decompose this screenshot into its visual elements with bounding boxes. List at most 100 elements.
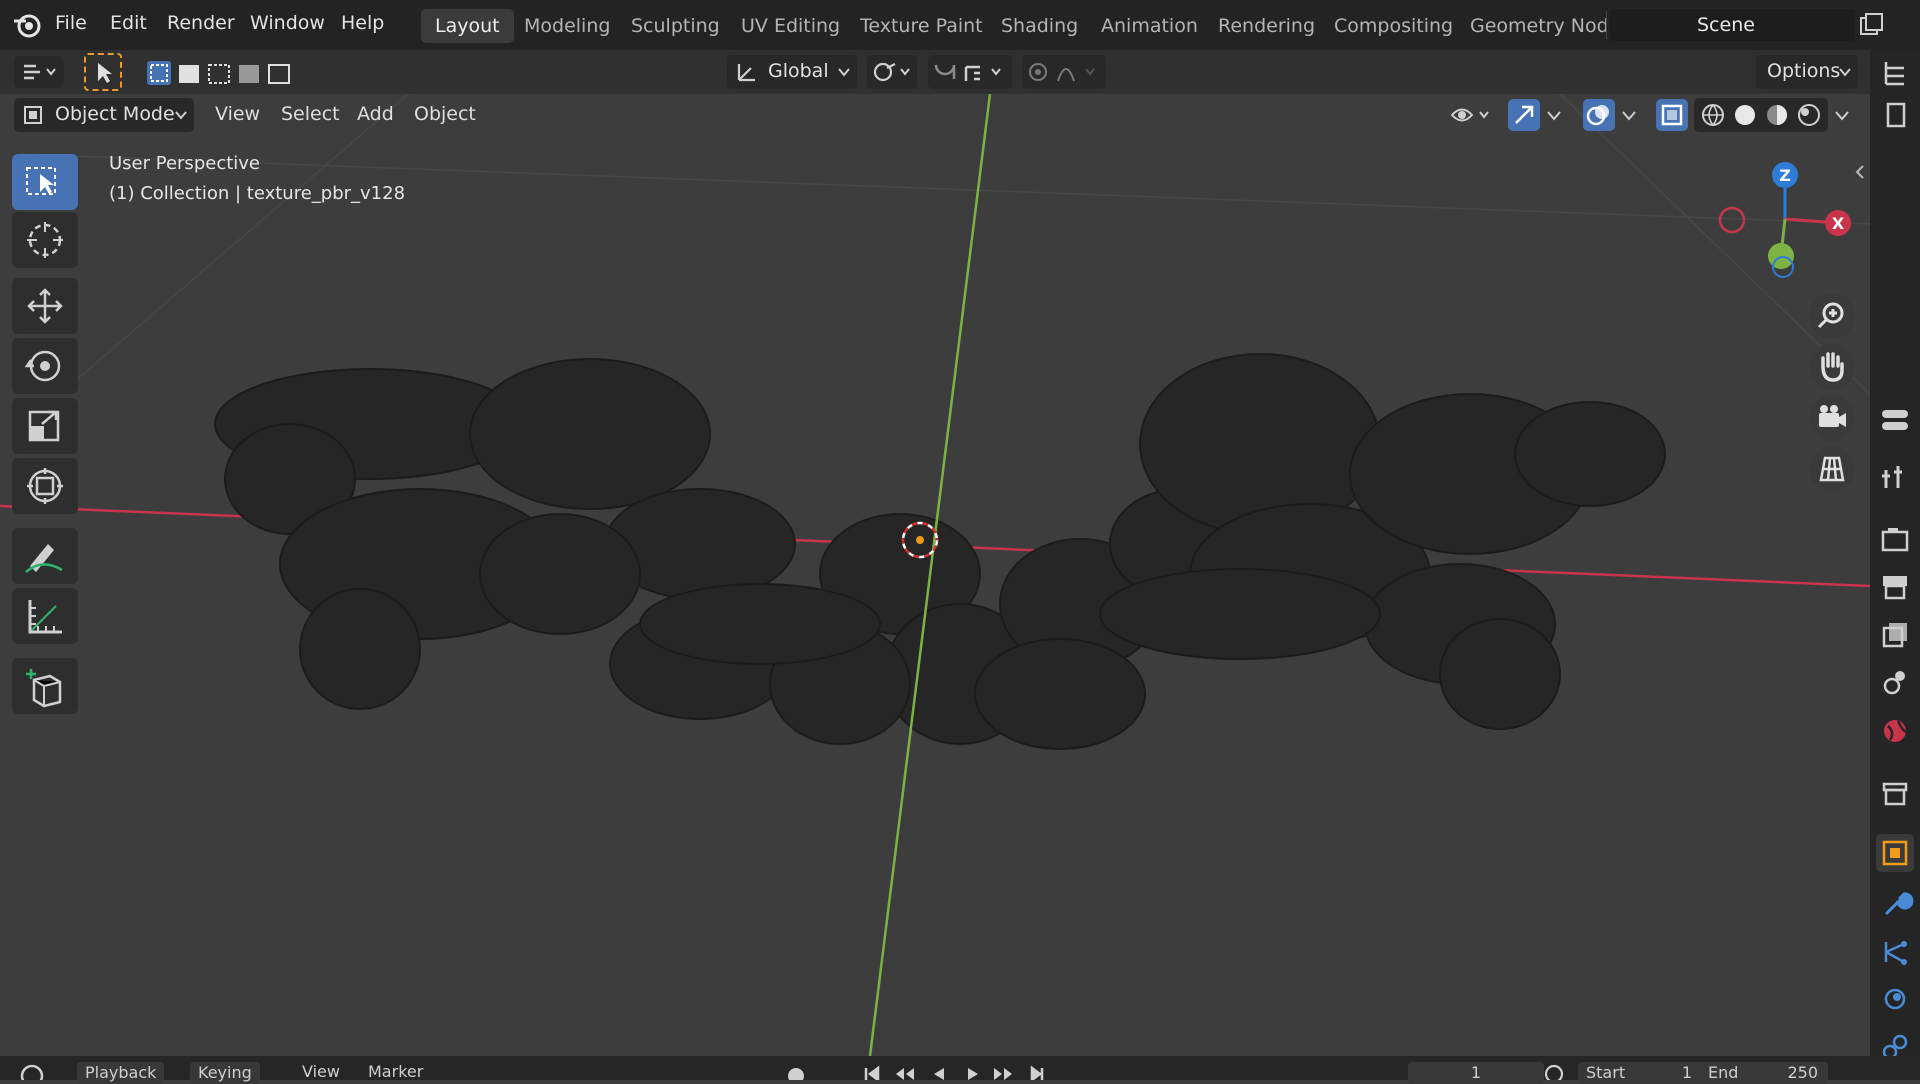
neg-x-axis-ball[interactable] <box>1718 206 1746 234</box>
select-tool-indicator[interactable] <box>84 53 122 91</box>
play-icon[interactable] <box>968 1068 978 1080</box>
timeline-playback-menu[interactable]: Playback <box>77 1062 165 1084</box>
object-mode-dropdown[interactable]: Object Mode <box>14 98 194 132</box>
menu-view[interactable]: View <box>215 103 260 125</box>
timeline-keying-menu[interactable]: Keying <box>190 1062 260 1084</box>
add-cube-icon <box>26 669 62 708</box>
snapping-toggle[interactable] <box>928 55 1012 89</box>
menu-object[interactable]: Object <box>414 103 476 125</box>
output-tab-icon[interactable] <box>1876 568 1914 606</box>
tab-rendering[interactable]: Rendering <box>1204 9 1329 43</box>
chevron-down-icon[interactable] <box>1544 106 1564 126</box>
object-visibility-icon[interactable] <box>1446 98 1496 132</box>
active-collection-label: (1) Collection | texture_pbr_v128 <box>109 183 406 204</box>
outliner-icon[interactable] <box>1876 54 1914 92</box>
tab-geometry-nodes[interactable]: Geometry Nod <box>1456 9 1608 43</box>
stopwatch-icon[interactable] <box>1540 1062 1568 1080</box>
measure-tool[interactable] <box>12 588 78 644</box>
blender-logo-icon[interactable] <box>12 11 42 39</box>
menu-render[interactable]: Render <box>167 12 235 34</box>
transform-tool[interactable] <box>12 458 78 514</box>
annotate-tool[interactable] <box>12 528 78 584</box>
cursor-arrow-icon <box>98 63 112 83</box>
proportional-editing-toggle[interactable] <box>1022 55 1106 89</box>
options-dropdown[interactable]: Options <box>1756 55 1858 89</box>
pan-button[interactable] <box>1809 344 1855 390</box>
zoom-button[interactable] <box>1809 293 1855 339</box>
menu-edit[interactable]: Edit <box>110 12 147 34</box>
collection-tab-icon[interactable] <box>1876 774 1914 812</box>
tab-animation[interactable]: Animation <box>1087 9 1212 43</box>
scale-tool[interactable] <box>12 398 78 454</box>
chevron-down-icon[interactable] <box>1619 106 1639 126</box>
navigation-gizmo[interactable]: Z X <box>1705 155 1855 285</box>
tab-layout[interactable]: Layout <box>421 9 514 43</box>
timeline-editor-type-icon[interactable] <box>14 1062 58 1080</box>
tab-modeling[interactable]: Modeling <box>510 9 624 43</box>
tab-shading[interactable]: Shading <box>987 9 1092 43</box>
timeline-marker-menu[interactable]: Marker <box>368 1062 423 1081</box>
y-axis-ball[interactable] <box>1768 243 1794 269</box>
mushroom-object[interactable] <box>214 353 1666 750</box>
play-reverse-icon[interactable] <box>934 1068 944 1080</box>
tab-uv-editing[interactable]: UV Editing <box>727 9 854 43</box>
overlays-icon <box>1586 105 1609 126</box>
menu-add[interactable]: Add <box>357 103 394 125</box>
tool-tab-icon[interactable] <box>1876 458 1914 496</box>
modifier-wrench-icon[interactable] <box>1876 884 1914 922</box>
jump-start-icon[interactable] <box>864 1065 880 1080</box>
auto-keying-icon[interactable] <box>788 1068 804 1080</box>
end-frame-field[interactable]: End 250 <box>1700 1062 1828 1084</box>
start-frame-field[interactable]: Start 1 <box>1578 1062 1708 1084</box>
menu-select[interactable]: Select <box>281 103 340 125</box>
tab-compositing[interactable]: Compositing <box>1320 9 1467 43</box>
new-scene-icon[interactable] <box>1858 12 1884 38</box>
overlays-toggle[interactable] <box>1583 99 1615 131</box>
sidebar-toggle-chevron-icon[interactable] <box>1852 162 1868 182</box>
timeline-view-menu[interactable]: View <box>302 1062 340 1081</box>
particles-tab-icon[interactable] <box>1876 932 1914 970</box>
scene-tab-icon[interactable] <box>1876 664 1914 702</box>
viewport-scene <box>0 94 1870 1056</box>
chevron-down-icon <box>1839 68 1851 77</box>
scene-name-field[interactable]: Scene <box>1610 9 1855 41</box>
shading-mode-icons[interactable] <box>1694 98 1828 132</box>
selection-mode-icons[interactable] <box>145 57 305 89</box>
physics-tab-icon[interactable] <box>1876 980 1914 1018</box>
editor-type-button[interactable] <box>14 56 64 88</box>
tool-settings-tab-icon[interactable] <box>1876 400 1914 438</box>
ortho-toggle-button[interactable] <box>1809 446 1855 492</box>
camera-view-button[interactable] <box>1809 395 1855 441</box>
add-cube-tool[interactable] <box>12 658 78 714</box>
current-frame-field[interactable]: 1 <box>1408 1062 1544 1084</box>
menu-file[interactable]: File <box>55 12 87 34</box>
shading-mode-group <box>1694 98 1828 132</box>
chevron-down-icon <box>838 68 850 77</box>
pivot-point-dropdown[interactable] <box>867 55 917 89</box>
view-layer-tab-icon[interactable] <box>1876 616 1914 654</box>
move-tool[interactable] <box>12 278 78 334</box>
object-tab[interactable] <box>1876 834 1914 872</box>
menu-window[interactable]: Window <box>250 12 325 34</box>
chevron-down-icon <box>175 111 187 120</box>
playback-controls[interactable] <box>782 1062 1052 1080</box>
left-toolbar <box>12 150 80 720</box>
world-tab-icon[interactable] <box>1876 712 1914 750</box>
prev-keyframe-icon[interactable] <box>896 1068 914 1080</box>
tab-sculpting[interactable]: Sculpting <box>617 9 734 43</box>
cursor-tool[interactable] <box>12 212 78 268</box>
gizmo-toggle[interactable] <box>1508 99 1540 131</box>
render-tab-icon[interactable] <box>1876 520 1914 558</box>
menu-help[interactable]: Help <box>341 12 384 34</box>
tab-texture-paint[interactable]: Texture Paint <box>846 9 997 43</box>
rotate-tool[interactable] <box>12 338 78 394</box>
transform-orientation-dropdown[interactable]: Global <box>727 55 857 89</box>
select-box-tool[interactable] <box>12 154 78 210</box>
3d-viewport[interactable] <box>0 94 1870 1056</box>
select-cursor-icon <box>26 167 56 195</box>
chevron-down-icon[interactable] <box>1832 106 1852 126</box>
outliner-filter-icon[interactable] <box>1876 96 1914 134</box>
next-keyframe-icon[interactable] <box>994 1068 1012 1080</box>
xray-toggle[interactable] <box>1656 99 1688 131</box>
jump-end-icon[interactable] <box>1030 1065 1044 1080</box>
